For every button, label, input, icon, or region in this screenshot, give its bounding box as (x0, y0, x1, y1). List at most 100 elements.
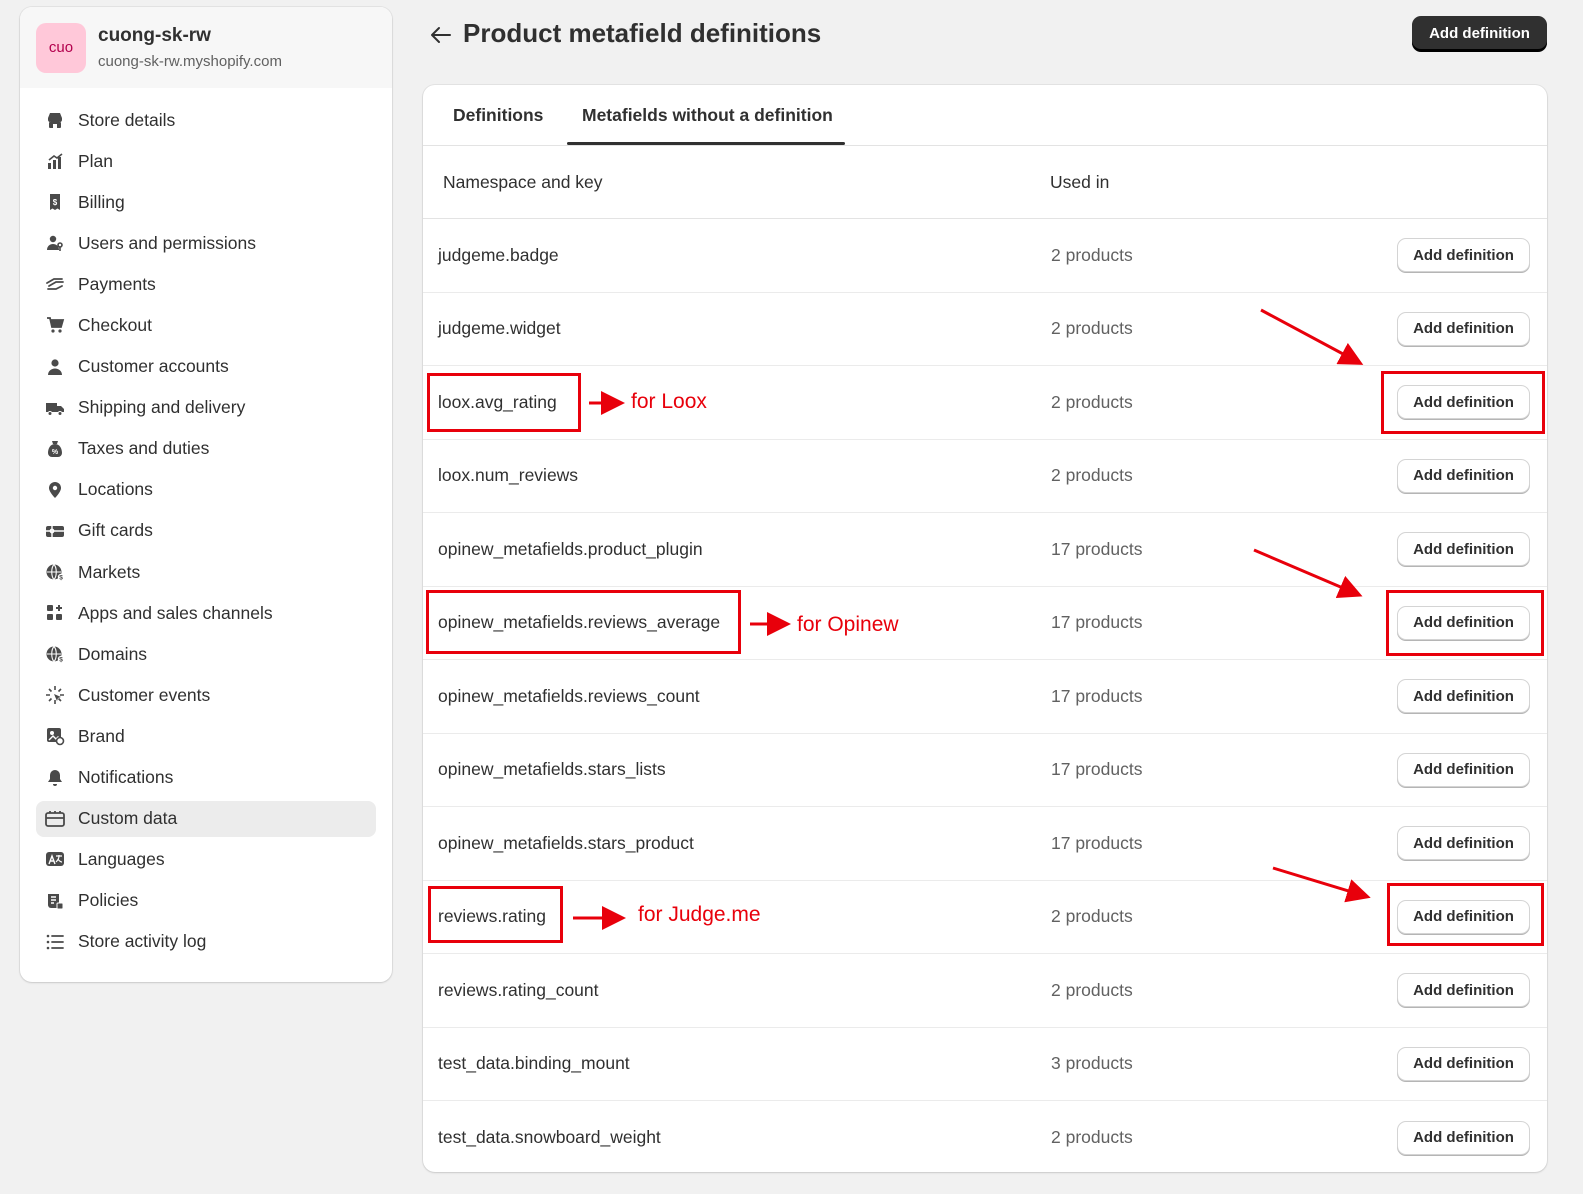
sidebar-item-users-and-permissions[interactable]: Users and permissions (36, 225, 376, 261)
add-definition-button[interactable]: Add definition (1397, 899, 1530, 934)
sidebar-item-custom-data[interactable]: Custom data (36, 800, 376, 837)
sidebar-item-label: Notifications (78, 767, 174, 787)
table-row[interactable]: opinew_metafields.reviews_count 17 produc… (423, 660, 1547, 734)
page-title: Product metafield definitions (463, 18, 822, 48)
table-row[interactable]: opinew_metafields.product_plugin 17 produ… (423, 513, 1547, 587)
column-header-used-in: Used in (1050, 172, 1110, 192)
payments-icon (44, 273, 66, 295)
namespace-key: opinew_metafields.reviews_average (438, 612, 721, 633)
sidebar-item-locations[interactable]: Locations (36, 472, 376, 508)
sidebar-item-apps-and-sales-channels[interactable]: Apps and sales channels (36, 595, 376, 631)
tab-definitions[interactable]: Definitions (453, 85, 543, 146)
tab-metafields-without-definition[interactable]: Metafields without a definition (582, 85, 833, 146)
table-row[interactable]: reviews.rating 2 products Add definition (423, 881, 1547, 954)
sidebar-item-gift-cards[interactable]: Gift cards (36, 513, 376, 549)
used-in: 17 products (1051, 685, 1143, 706)
table-row[interactable]: opinew_metafields.stars_product 17 produc… (423, 807, 1547, 881)
add-definition-button[interactable]: Add definition (1397, 605, 1530, 640)
back-arrow-icon[interactable] (428, 22, 454, 48)
sidebar-item-label: Checkout (78, 314, 152, 335)
used-in: 2 products (1051, 391, 1133, 412)
sidebar-item-plan[interactable]: Plan (36, 143, 376, 179)
add-definition-button[interactable]: Add definition (1397, 752, 1530, 787)
tax-icon: % (44, 438, 66, 460)
location-icon (44, 479, 66, 501)
add-definition-button[interactable]: Add definition (1397, 826, 1530, 861)
list-icon (44, 931, 66, 953)
table-row[interactable]: test_data.binding_mount 3 products Add def… (423, 1028, 1547, 1101)
table-row[interactable]: test_data.snowboard_weight 2 products Add … (423, 1101, 1547, 1172)
store-header[interactable]: cuo cuong-sk-rw cuong-sk-rw.myshopify.co… (20, 7, 392, 88)
person-icon (44, 356, 66, 378)
settings-sidebar: cuo cuong-sk-rw cuong-sk-rw.myshopify.co… (20, 7, 392, 982)
used-in: 17 products (1051, 832, 1143, 853)
table-row[interactable]: opinew_metafields.stars_lists 17 products… (423, 734, 1547, 807)
truck-icon (44, 397, 66, 419)
sidebar-item-label: Plan (78, 150, 114, 171)
users-icon (44, 232, 66, 254)
add-definition-button[interactable]: Add definition (1397, 311, 1530, 346)
table-row[interactable]: judgeme.badge 2 products Add definition (423, 219, 1547, 293)
sidebar-item-policies[interactable]: Policies (36, 883, 376, 919)
sidebar-item-brand[interactable]: Brand (36, 718, 376, 754)
sidebar-item-label: Policies (78, 890, 139, 911)
sidebar-item-label: Gift cards (78, 520, 153, 541)
namespace-key: opinew_metafields.product_plugin (438, 538, 703, 559)
table-row[interactable]: opinew_metafields.reviews_average 17 prod… (423, 587, 1547, 660)
metafields-card: Definitions Metafields without a definit… (423, 85, 1547, 1172)
sidebar-item-payments[interactable]: Payments (36, 266, 376, 302)
apps-icon (44, 602, 66, 624)
sidebar-item-languages[interactable]: Languages (36, 842, 376, 878)
sidebar-item-label: Store details (78, 109, 176, 130)
sidebar-item-label: Store activity log (78, 931, 207, 952)
add-definition-button[interactable]: Add definition (1397, 679, 1530, 714)
plan-icon (44, 150, 66, 172)
sidebar-item-label: Apps and sales channels (78, 602, 273, 623)
table-header: Namespace and key Used in (423, 146, 1547, 219)
table-row[interactable]: loox.avg_rating 2 products Add definition (423, 366, 1547, 440)
sidebar-item-customer-events[interactable]: Customer events (36, 677, 376, 713)
sidebar-item-markets[interactable]: $ Markets (36, 554, 376, 590)
sidebar-item-notifications[interactable]: Notifications (36, 760, 376, 796)
sidebar-item-domains[interactable]: $ Domains (36, 636, 376, 672)
sidebar-item-checkout[interactable]: Checkout (36, 307, 376, 343)
cursor-icon (44, 684, 66, 706)
sidebar-item-label: Billing (78, 191, 125, 212)
store-name: cuong-sk-rw (98, 25, 211, 46)
add-definition-button[interactable]: Add definition (1397, 385, 1530, 420)
add-definition-button[interactable]: Add definition (1397, 458, 1530, 493)
sidebar-item-taxes-and-duties[interactable]: % Taxes and duties (36, 431, 376, 467)
add-definition-button[interactable]: Add definition (1397, 238, 1530, 273)
svg-text:%: % (52, 449, 59, 456)
add-definition-primary-button[interactable]: Add definition (1412, 16, 1547, 51)
sidebar-item-billing[interactable]: $ Billing (36, 184, 376, 220)
sidebar-item-store-activity-log[interactable]: Store activity log (36, 924, 376, 960)
namespace-key: judgeme.widget (438, 318, 561, 339)
used-in: 3 products (1051, 1053, 1133, 1074)
add-definition-button[interactable]: Add definition (1397, 973, 1530, 1008)
add-definition-button[interactable]: Add definition (1397, 1120, 1530, 1155)
table-row[interactable]: judgeme.widget 2 products Add definition (423, 293, 1547, 366)
add-definition-button[interactable]: Add definition (1397, 1046, 1530, 1081)
table-row[interactable]: loox.num_reviews 2 products Add definition (423, 440, 1547, 513)
sidebar-item-label: Payments (78, 273, 156, 294)
namespace-key: test_data.snowboard_weight (438, 1127, 661, 1148)
sidebar-item-shipping-and-delivery[interactable]: Shipping and delivery (36, 390, 376, 426)
table-row[interactable]: reviews.rating_count 2 products Add defini… (423, 954, 1547, 1028)
used-in: 17 products (1051, 759, 1143, 780)
namespace-key: judgeme.badge (438, 244, 559, 265)
add-definition-button[interactable]: Add definition (1397, 532, 1530, 567)
namespace-key: loox.avg_rating (438, 391, 557, 412)
store-icon (44, 109, 66, 131)
sidebar-item-store-details[interactable]: Store details (36, 102, 376, 138)
svg-text:$: $ (59, 575, 63, 582)
language-icon (44, 849, 66, 871)
store-avatar: cuo (36, 22, 86, 73)
sidebar-item-label: Custom data (78, 808, 178, 829)
namespace-key: loox.num_reviews (438, 465, 579, 486)
tab-selected-indicator (567, 142, 845, 145)
sidebar-item-customer-accounts[interactable]: Customer accounts (36, 349, 376, 385)
used-in: 2 products (1051, 244, 1133, 265)
annotation-text-opinew: for Opinew (797, 613, 899, 636)
namespace-key: reviews.rating_count (438, 979, 599, 1000)
